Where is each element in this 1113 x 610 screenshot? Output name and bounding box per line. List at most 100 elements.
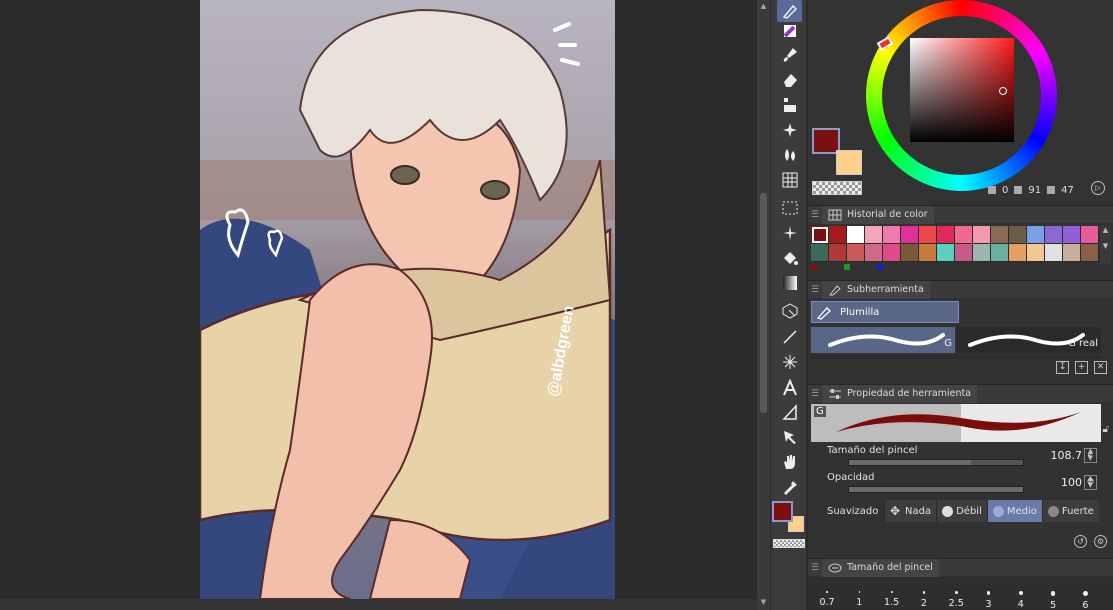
color-history-swatch[interactable] (973, 244, 991, 262)
color-mode-toggle-icon[interactable]: ▷ (1091, 181, 1105, 195)
decoration-tool-icon[interactable] (777, 94, 802, 116)
color-history-swatch[interactable] (829, 244, 847, 262)
color-history-swatch[interactable] (829, 226, 847, 244)
color-history-swatch[interactable] (1027, 244, 1045, 262)
color-history-swatch[interactable] (1081, 226, 1099, 244)
panel-grip-icon[interactable]: ☰ (808, 389, 822, 399)
eyedropper-tool-icon[interactable] (777, 476, 802, 498)
brush-preset-g[interactable]: G (811, 327, 955, 353)
color-history-swatch[interactable] (955, 226, 973, 244)
lock-icon[interactable]: 🔓︎ (1103, 424, 1109, 435)
import-icon[interactable]: ↧ (1056, 361, 1069, 374)
sparkle-tool-icon[interactable] (777, 119, 802, 141)
transparent-color-swatch[interactable] (812, 181, 862, 195)
scroll-up-icon[interactable]: ▲ (759, 2, 768, 11)
color-history-swatch[interactable] (883, 244, 901, 262)
color-history-swatch[interactable] (847, 244, 865, 262)
selection-tool-icon[interactable] (777, 197, 802, 219)
scroll-down-icon[interactable]: ▼ (759, 598, 768, 607)
delete-icon[interactable]: ✕ (1094, 361, 1107, 374)
color-history-swatch[interactable] (865, 226, 883, 244)
object-tool-icon[interactable] (777, 426, 802, 448)
hand-tool-icon[interactable] (777, 451, 802, 473)
blend-tool-icon[interactable] (777, 144, 802, 166)
opacity-dynamics-icon[interactable]: ⊘ (1084, 475, 1097, 490)
opacity-slider[interactable] (848, 486, 1024, 493)
brush-size-preset[interactable]: 5 (1037, 577, 1069, 610)
brush-size-preset[interactable]: 3 (973, 577, 1005, 610)
duplicate-icon[interactable]: + (1075, 361, 1088, 374)
toolbar-transparent-color[interactable] (773, 539, 805, 548)
brush-size-preset[interactable]: 6 (1069, 577, 1101, 610)
vertical-scrollbar[interactable]: ▲ ▼ (757, 0, 770, 610)
sv-cursor[interactable] (999, 87, 1007, 95)
balloon-tool-icon[interactable] (777, 401, 802, 423)
smoothing-option-strong[interactable]: Fuerte (1041, 500, 1099, 522)
brush-size-preset[interactable]: 1 (843, 577, 875, 610)
smoothing-option-weak[interactable]: Débil (936, 500, 987, 522)
color-history-swatch[interactable] (937, 226, 955, 244)
toolbar-main-color[interactable] (772, 501, 793, 522)
smoothing-option-none[interactable]: ✥ Nada (884, 500, 937, 522)
line-tool-icon[interactable] (777, 326, 802, 348)
horizontal-scrollbar[interactable] (0, 599, 757, 610)
color-history-swatch[interactable] (1027, 226, 1045, 244)
ruler-tool-icon[interactable] (777, 351, 802, 373)
color-history-swatch[interactable] (1045, 226, 1063, 244)
fill-tool-icon[interactable] (777, 247, 802, 269)
brush-preset-g-real[interactable]: G real (957, 327, 1101, 353)
smoothing-option-medium[interactable]: Medio (986, 500, 1042, 522)
text-tool-icon[interactable] (777, 377, 802, 399)
color-history-swatch[interactable] (919, 226, 937, 244)
brush-size-preset[interactable]: 4 (1005, 577, 1037, 610)
color-history-swatch[interactable] (1045, 244, 1063, 262)
pen-tool-icon[interactable] (777, 0, 802, 22)
brush-size-value[interactable]: 108.7 (1051, 449, 1083, 462)
color-history-swatch[interactable] (1081, 244, 1099, 262)
eraser-tool-icon[interactable] (777, 69, 802, 91)
color-history-swatch[interactable] (937, 244, 955, 262)
color-history-swatch[interactable] (901, 226, 919, 244)
wrench-icon[interactable]: ⚙ (1094, 535, 1107, 548)
panel-grip-icon[interactable]: ☰ (808, 563, 822, 573)
sub-color-swatch[interactable] (836, 150, 862, 175)
brush-size-dynamics-icon[interactable]: ✓ (1084, 448, 1097, 463)
color-history-swatch[interactable] (847, 226, 865, 244)
brush-size-preset[interactable]: 1.5 (876, 577, 908, 610)
reset-icon[interactable]: ↺ (1074, 535, 1087, 548)
color-history-swatch[interactable] (1009, 244, 1027, 262)
color-history-swatch[interactable] (1009, 226, 1027, 244)
brush-tool-icon[interactable] (777, 44, 802, 66)
gradient-tool-icon[interactable] (777, 272, 802, 294)
color-history-swatch[interactable] (883, 226, 901, 244)
color-history-swatch[interactable] (991, 244, 1009, 262)
scrollbar-thumb[interactable] (760, 193, 767, 413)
brush-size-preset[interactable]: 2 (908, 577, 940, 610)
artwork-canvas[interactable]: @albdgreen (200, 0, 615, 599)
subtool-group-plumilla[interactable]: Plumilla (811, 301, 959, 323)
auto-select-icon[interactable] (777, 222, 802, 244)
panel-grip-icon[interactable]: ☰ (808, 285, 822, 295)
color-history-swatch[interactable] (811, 244, 829, 262)
brush-size-preset[interactable]: 0.7 (811, 577, 843, 610)
color-history-swatch[interactable] (1063, 244, 1081, 262)
opacity-value[interactable]: 100 (1061, 476, 1082, 489)
color-history-swatch[interactable] (865, 244, 883, 262)
brush-size-preset[interactable]: 2.5 (940, 577, 972, 610)
tab-brush-size[interactable]: Tamaño del pincel (822, 558, 939, 577)
pencil-tool-icon[interactable] (777, 20, 802, 42)
canvas-area[interactable]: @albdgreen (0, 0, 757, 610)
tab-tool-property[interactable]: Propiedad de herramienta (822, 384, 978, 403)
color-history-swatch[interactable] (991, 226, 1009, 244)
tab-subtool[interactable]: Subherramienta (822, 280, 930, 299)
color-history-swatch[interactable] (973, 226, 991, 244)
mesh-transform-icon[interactable] (777, 169, 802, 191)
color-history-swatch[interactable] (1063, 226, 1081, 244)
color-history-swatch[interactable] (811, 226, 829, 244)
panel-grip-icon[interactable]: ☰ (808, 210, 822, 220)
color-history-swatch[interactable] (955, 244, 973, 262)
color-history-scrollbar[interactable]: ▲ ▼ (1100, 226, 1111, 264)
tab-color-history[interactable]: Historial de color (822, 205, 934, 224)
operation-tool-icon[interactable] (777, 300, 802, 322)
color-history-swatch[interactable] (901, 244, 919, 262)
